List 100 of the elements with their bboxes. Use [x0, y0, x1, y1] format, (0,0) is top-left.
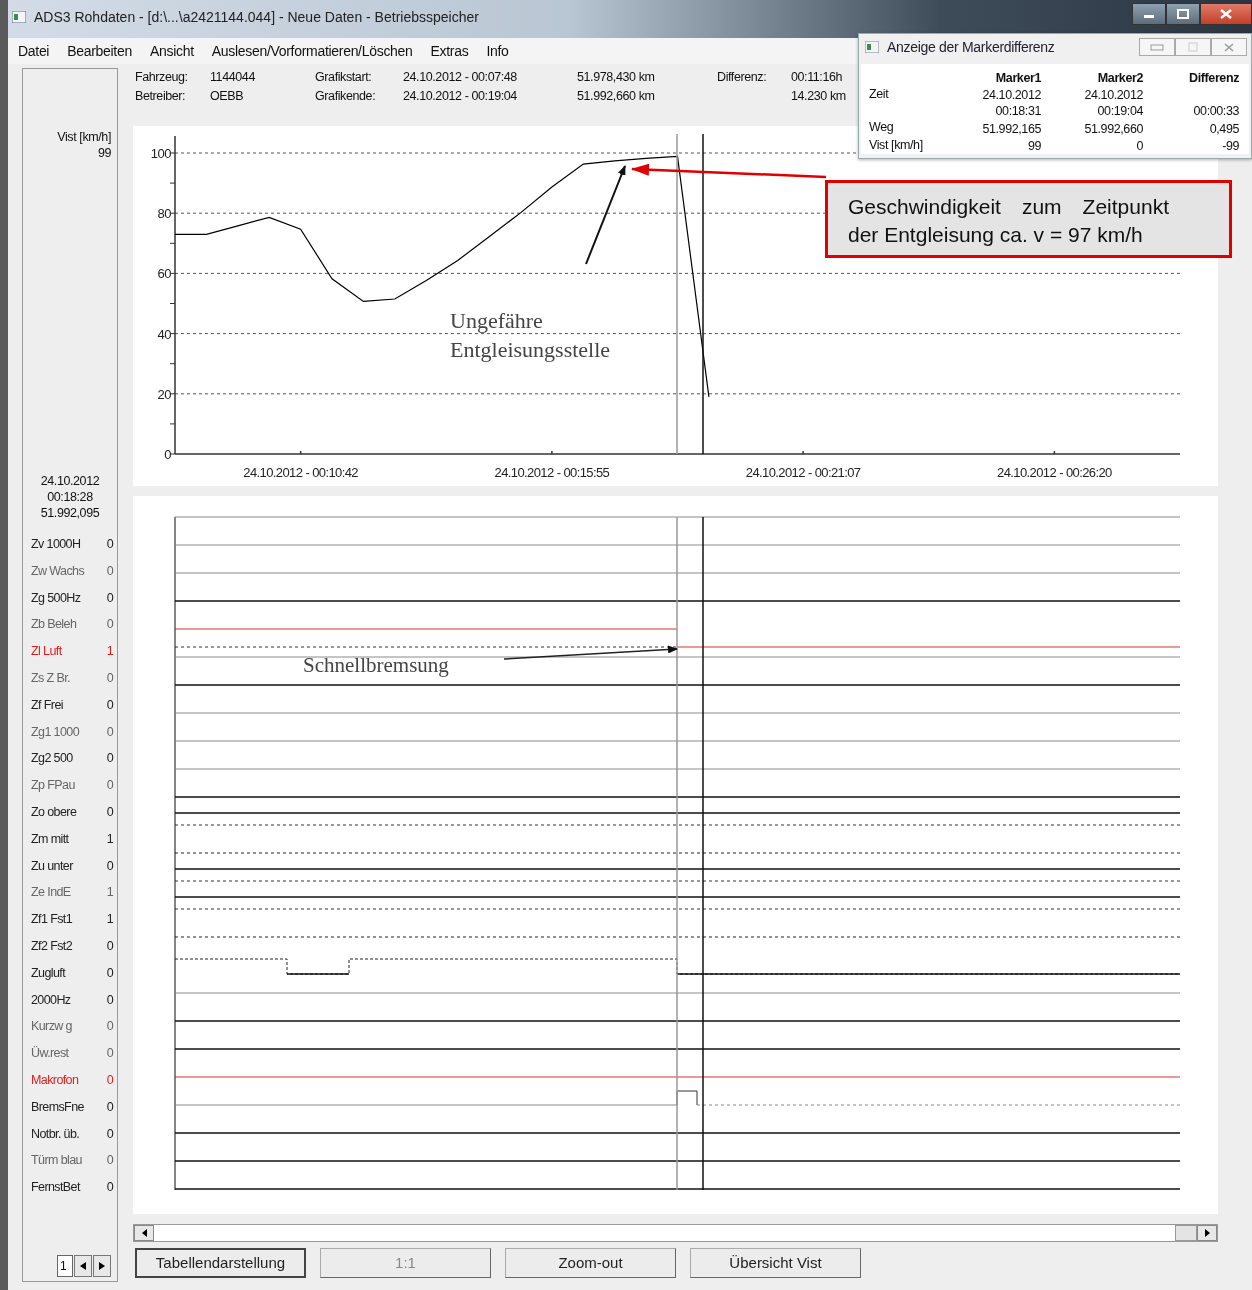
- column-header: Differenz: [1189, 69, 1239, 86]
- header-value: 24.10.2012 - 00:19:04: [403, 88, 518, 105]
- cursor-position: 51.992,095: [39, 505, 101, 521]
- left-arrow-icon: [141, 1229, 147, 1237]
- signal-value: 0: [106, 723, 113, 741]
- signal-name: Zw Wachs: [31, 562, 85, 580]
- signal-name: Zb Beleh: [31, 616, 77, 634]
- menu-item[interactable]: Auslesen/Vorformatieren/Löschen: [211, 40, 413, 62]
- header-label: Differenz:: [717, 69, 768, 86]
- signal-value: 1: [106, 911, 113, 929]
- table-cell: 00:19:04: [1097, 103, 1143, 119]
- menu-item[interactable]: Bearbeiten: [67, 40, 132, 62]
- right-arrow-icon: [1204, 1229, 1210, 1237]
- table-cell: 0,495: [1209, 120, 1239, 137]
- table-cell: 24.10.2012: [982, 87, 1041, 103]
- minimize-button[interactable]: [1132, 3, 1166, 25]
- app-icon: [12, 11, 26, 23]
- signal-value: 0: [106, 964, 113, 982]
- signal-value: 0: [106, 804, 113, 821]
- scroll-right-button[interactable]: [1197, 1225, 1217, 1241]
- close-icon: [1220, 9, 1232, 19]
- menu-item[interactable]: Datei: [18, 40, 50, 62]
- reading-value: 99: [96, 145, 111, 161]
- signal-value: 0: [106, 670, 113, 687]
- table-cell: 0: [1136, 138, 1143, 154]
- signal-value: 0: [106, 1125, 113, 1143]
- action-button[interactable]: Tabellendarstellung: [135, 1248, 306, 1278]
- cursor-time: 00:18:28: [46, 489, 94, 505]
- signal-name: Zf Frei: [31, 696, 63, 714]
- maximize-icon: [1177, 9, 1189, 19]
- minimize-icon: [1150, 43, 1164, 51]
- header-label: Betreiber:: [135, 88, 187, 105]
- maximize-button[interactable]: [1166, 3, 1200, 25]
- menu-item[interactable]: Ansicht: [149, 40, 194, 62]
- signal-name: Türm blau: [31, 1152, 82, 1170]
- horizontal-scrollbar[interactable]: [133, 1224, 1218, 1242]
- menu-item[interactable]: Extras: [430, 40, 469, 62]
- signal-name: Zo obere: [31, 804, 77, 821]
- signal-name: BremsFne: [31, 1098, 84, 1116]
- signal-name: Zg1 1000: [31, 723, 80, 741]
- scroll-left-button[interactable]: [134, 1225, 154, 1241]
- signal-name: Zugluft: [31, 964, 65, 982]
- close-button[interactable]: [1200, 3, 1252, 25]
- signal-value: 0: [106, 1071, 113, 1089]
- next-button[interactable]: [93, 1255, 111, 1277]
- signal-value: 0: [106, 750, 113, 768]
- signal-value: 1: [106, 643, 113, 661]
- row-label: Zeit: [869, 86, 889, 101]
- signal-name: Zf2 Fst2: [31, 937, 73, 955]
- callout-note: Geschwindigkeit zum Zeitpunkt der Entgleisung ca. v = 97 km/h: [825, 180, 1232, 258]
- signal-name: FernstBet: [31, 1179, 80, 1197]
- signal-name: Zu unter: [31, 857, 73, 875]
- scroll-thumb[interactable]: [1175, 1225, 1197, 1241]
- row-label: Weg: [869, 120, 894, 134]
- signal-value: 0: [106, 991, 113, 1009]
- signal-name: Zs Z Br.: [31, 670, 70, 687]
- dialog-title: Anzeige der Markerdifferenz: [887, 37, 1055, 57]
- signal-name: Makrofon: [31, 1071, 79, 1089]
- signal-name: Zm mitt: [31, 830, 69, 848]
- signal-value: 0: [106, 857, 113, 875]
- signal-value: 0: [106, 1179, 113, 1197]
- signal-name: Notbr. üb.: [31, 1125, 80, 1143]
- menu-item[interactable]: Info: [486, 40, 509, 62]
- signal-value: 1: [106, 830, 113, 848]
- header-value: 51.992,660 km: [577, 88, 656, 105]
- signal-value: 0: [106, 1098, 113, 1116]
- signal-value: 0: [106, 562, 113, 580]
- axis-tick-label: 40: [157, 326, 171, 342]
- axis-tick-label: 20: [157, 386, 171, 402]
- signal-value: 0: [106, 536, 113, 553]
- signal-value: 1: [106, 884, 113, 902]
- header-label: Grafikende:: [315, 88, 377, 105]
- previous-button[interactable]: [74, 1255, 92, 1277]
- axis-tick-label: 60: [157, 266, 171, 282]
- signal-name: Zg2 500: [31, 750, 73, 768]
- signal-name: Zg 500Hz: [31, 589, 81, 607]
- axis-tick-label: 24.10.2012 - 00:15:55: [494, 465, 610, 480]
- header-value: 24.10.2012 - 00:07:48: [403, 69, 518, 86]
- app-icon: [865, 41, 879, 53]
- action-button[interactable]: Übersicht Vist: [690, 1248, 861, 1278]
- signal-value: 0: [106, 616, 113, 634]
- header-label: Grafikstart:: [315, 69, 373, 86]
- page-field[interactable]: 1: [57, 1255, 73, 1277]
- reading-label: Vist [km/h]: [56, 129, 111, 145]
- action-button[interactable]: Zoom-out: [505, 1248, 676, 1278]
- table-cell: 00:18:31: [995, 103, 1041, 119]
- signal-name: Üw.rest: [31, 1045, 69, 1063]
- window-title: ADS3 Rohdaten - [d:\...\a2421144.044] - Neue Daten - Betriebsspeicher: [34, 7, 479, 27]
- signal-name: Kurzw g: [31, 1018, 72, 1036]
- axis-tick-label: 24.10.2012 - 00:21:07: [745, 465, 861, 480]
- annotation-text: Schnellbremsung: [303, 652, 449, 679]
- table-cell: 00:00:33: [1193, 103, 1239, 119]
- header-value: 14.230 km: [791, 88, 847, 105]
- signal-value: 0: [106, 777, 113, 795]
- right-arrow-icon: [99, 1262, 105, 1270]
- axis-tick-label: 24.10.2012 - 00:10:42: [243, 465, 358, 480]
- row-label: Vist [km/h]: [869, 137, 923, 152]
- signal-value: 0: [106, 589, 113, 607]
- header-value: 1144044: [210, 69, 256, 86]
- table-cell: 24.10.2012: [1084, 87, 1143, 103]
